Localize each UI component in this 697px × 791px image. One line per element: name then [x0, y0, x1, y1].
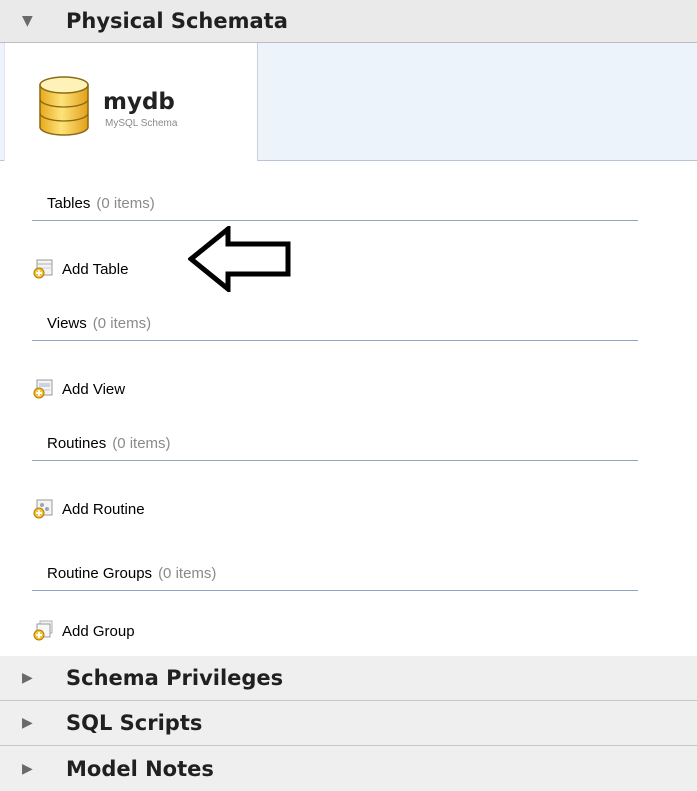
add-routine-icon	[33, 499, 53, 519]
item-count: (0 items)	[112, 435, 171, 452]
add-view-label: Add View	[62, 380, 126, 398]
database-icon	[39, 76, 89, 136]
collapse-triangle-icon: ▼	[22, 13, 33, 29]
left-arrow-callout	[188, 226, 291, 292]
group-header-tables: Tables (0 items)	[32, 190, 638, 221]
group-header-routine-groups: Routine Groups (0 items)	[32, 560, 638, 591]
section-title: Physical Schemata	[66, 9, 288, 33]
item-count: (0 items)	[96, 195, 155, 212]
item-count: (0 items)	[158, 565, 217, 582]
schema-name: mydb	[103, 89, 175, 115]
add-view-icon	[33, 379, 53, 399]
group-label: Routine Groups	[47, 565, 153, 582]
section-header-schema-privileges[interactable]: ▶ Schema Privileges	[0, 656, 697, 701]
add-group-label: Add Group	[62, 622, 135, 640]
schema-tab-mydb[interactable]: mydb MySQL Schema	[4, 43, 258, 161]
section-title: Schema Privileges	[66, 666, 284, 690]
add-group-button[interactable]: Add Group	[32, 616, 135, 646]
group-header-routines: Routines (0 items)	[32, 430, 638, 461]
schema-type-label: MySQL Schema	[105, 118, 178, 129]
add-routine-label: Add Routine	[62, 500, 145, 518]
expand-triangle-icon: ▶	[22, 670, 33, 686]
expand-triangle-icon: ▶	[22, 715, 33, 731]
section-title: Model Notes	[66, 756, 214, 781]
section-header-sql-scripts[interactable]: ▶ SQL Scripts	[0, 701, 697, 746]
schema-tab-bar: mydb MySQL Schema	[0, 43, 697, 161]
group-label: Routines	[47, 435, 107, 452]
group-label: Views	[47, 315, 87, 332]
item-count: (0 items)	[92, 315, 152, 332]
add-routine-button[interactable]: Add Routine	[32, 494, 145, 524]
add-table-label: Add Table	[62, 260, 129, 278]
expand-triangle-icon: ▶	[22, 760, 33, 777]
group-header-views: Views (0 items)	[32, 310, 638, 341]
add-table-icon	[33, 259, 53, 279]
add-group-icon	[33, 620, 53, 641]
section-header-physical-schemata[interactable]: ▼ Physical Schemata	[0, 0, 697, 43]
add-view-button[interactable]: Add View	[32, 374, 125, 404]
section-header-model-notes[interactable]: ▶ Model Notes	[0, 746, 697, 791]
add-table-button[interactable]: Add Table	[32, 254, 128, 284]
group-label: Tables	[47, 195, 91, 212]
section-title: SQL Scripts	[66, 711, 203, 735]
